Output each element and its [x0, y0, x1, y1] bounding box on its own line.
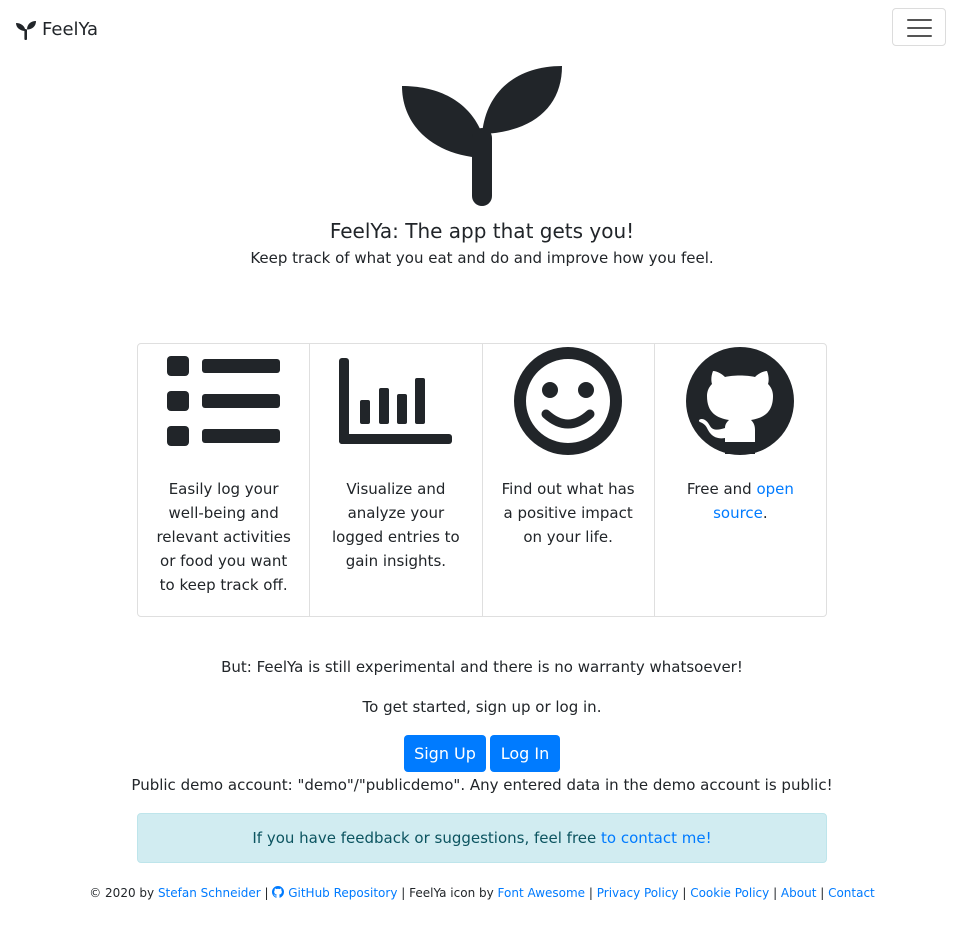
feature-text-visualize: Visualize and analyze your logged entrie… — [332, 480, 460, 570]
bar-chart-icon — [338, 358, 452, 444]
cookie-policy-link[interactable]: Cookie Policy — [690, 886, 769, 900]
brand-link[interactable]: FeelYa — [16, 17, 98, 43]
login-button[interactable]: Log In — [490, 735, 560, 772]
demo-account-text: Public demo account: "demo"/"publicdemo"… — [131, 776, 833, 794]
contact-link[interactable]: Contact — [828, 886, 875, 900]
list-icon — [166, 356, 280, 446]
github-icon — [272, 886, 285, 898]
feature-text-log: Easily log your well-being and relevant … — [156, 480, 291, 594]
warning-text: But: FeelYa is still experimental and th… — [221, 658, 743, 676]
smile-icon — [514, 347, 623, 455]
feature-card-opensource: Free and open source. — [655, 344, 826, 616]
get-started-text: To get started, sign up or log in. — [362, 698, 602, 716]
hero-subtitle: Keep track of what you eat and do and im… — [250, 249, 714, 267]
feature-text-opensource: Free and open source. — [686, 480, 794, 522]
feature-text-impact: Find out what has a positive impact on y… — [501, 480, 635, 546]
feature-card-impact: Find out what has a positive impact on y… — [483, 344, 655, 616]
feature-card-visualize: Visualize and analyze your logged entrie… — [310, 344, 483, 616]
feature-cards: Easily log your well-being and relevant … — [137, 343, 827, 617]
signup-button[interactable]: Sign Up — [404, 735, 486, 772]
github-repo-link[interactable]: GitHub Repository — [272, 886, 397, 900]
contact-me-link[interactable]: to contact me! — [601, 829, 712, 847]
menu-toggle-button[interactable] — [892, 8, 946, 46]
brand-name: FeelYa — [42, 19, 99, 40]
about-link[interactable]: About — [781, 886, 816, 900]
seedling-icon — [16, 21, 36, 40]
footer: © 2020 by Stefan Schneider | GitHub Repo… — [89, 886, 875, 900]
feature-card-log: Easily log your well-being and relevant … — [138, 344, 311, 616]
navbar: FeelYa — [0, 0, 964, 60]
auth-buttons: Sign Up Log In — [404, 735, 560, 772]
seedling-icon — [402, 66, 562, 206]
font-awesome-link[interactable]: Font Awesome — [498, 886, 586, 900]
hero-title: FeelYa: The app that gets you! — [329, 219, 635, 243]
author-link[interactable]: Stefan Schneider — [158, 886, 261, 900]
github-icon — [686, 347, 795, 455]
hamburger-icon — [907, 19, 932, 21]
feedback-alert: If you have feedback or suggestions, fee… — [137, 813, 827, 863]
privacy-policy-link[interactable]: Privacy Policy — [597, 886, 679, 900]
